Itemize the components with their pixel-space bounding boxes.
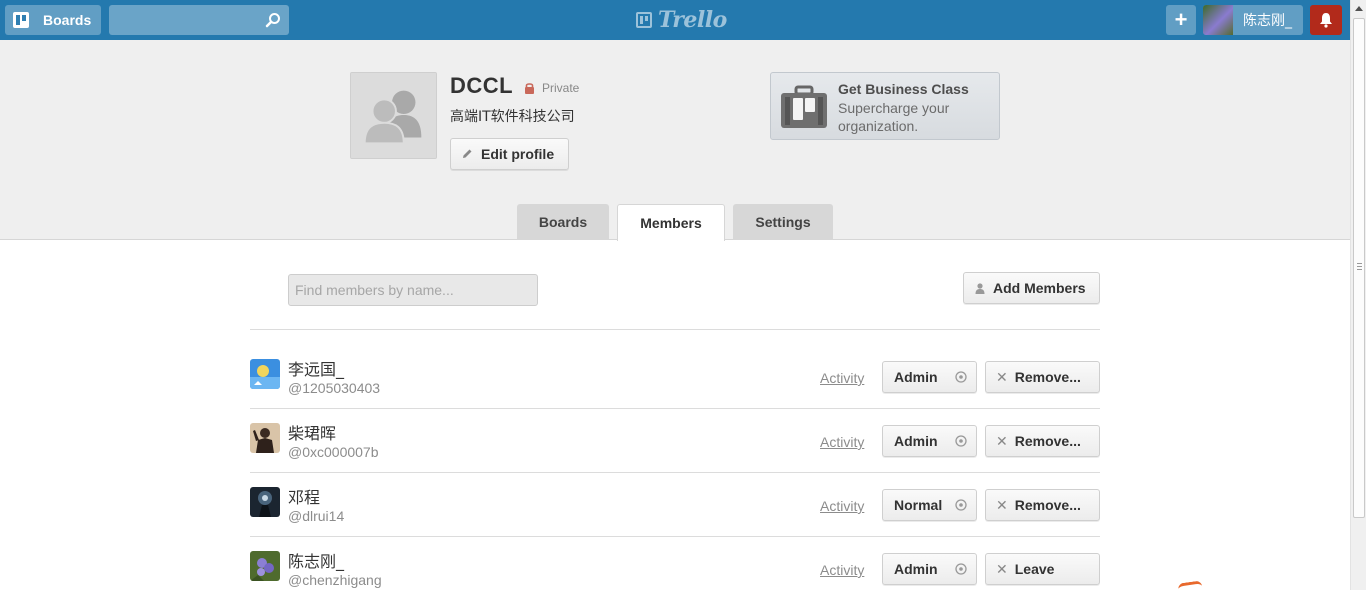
- remove-label: Remove...: [1014, 433, 1081, 449]
- scrollbar-thumb[interactable]: [1353, 18, 1365, 518]
- close-icon: ✕: [996, 560, 1008, 577]
- notifications-button[interactable]: [1310, 5, 1342, 35]
- activity-link[interactable]: Activity: [820, 434, 864, 450]
- scrollbar[interactable]: [1350, 0, 1366, 590]
- org-description: 高端IT软件科技公司: [450, 109, 575, 125]
- member-row: 柴珺晖 @0xc000007b Activity Admin ✕ Remove.…: [250, 416, 1100, 480]
- divider: [250, 472, 1100, 473]
- remove-member-button[interactable]: ✕ Remove...: [985, 361, 1100, 393]
- close-icon: ✕: [996, 432, 1008, 449]
- member-name[interactable]: 李远国_: [288, 356, 344, 380]
- chevron-down-icon: [955, 499, 967, 511]
- member-handle: @1205030403: [288, 380, 381, 396]
- briefcase-icon: [781, 85, 827, 128]
- member-row: 李远国_ @1205030403 Activity Admin ✕ Remove…: [250, 352, 1100, 416]
- member-handle: @dlrui14: [288, 508, 345, 524]
- role-label: Admin: [894, 433, 938, 449]
- divider: [250, 536, 1100, 537]
- trello-logo-icon: [636, 12, 652, 28]
- tab-boards[interactable]: Boards: [517, 204, 609, 240]
- remove-label: Remove...: [1014, 369, 1081, 385]
- role-select[interactable]: Normal: [882, 489, 977, 521]
- leave-button[interactable]: ✕ Leave: [985, 553, 1100, 585]
- role-select[interactable]: Admin: [882, 361, 977, 393]
- add-members-button[interactable]: Add Members: [963, 272, 1100, 304]
- member-name[interactable]: 邓程: [288, 484, 320, 508]
- member-handle: @chenzhigang: [288, 572, 382, 588]
- business-class-promo[interactable]: Get Business Class Supercharge your orga…: [770, 72, 1000, 140]
- boards-icon: [13, 12, 29, 28]
- add-members-label: Add Members: [993, 280, 1086, 296]
- member-row: 陈志刚_ @chenzhigang Activity Admin ✕ Leave: [250, 544, 1100, 590]
- boards-button[interactable]: Boards: [5, 5, 101, 35]
- role-select[interactable]: Admin: [882, 553, 977, 585]
- trello-logo[interactable]: Trello: [636, 6, 727, 34]
- member-name[interactable]: 柴珺晖: [288, 420, 336, 444]
- pencil-icon: [463, 149, 472, 158]
- divider: [250, 408, 1100, 409]
- business-title: Get Business Class: [838, 81, 969, 97]
- role-label: Normal: [894, 497, 943, 513]
- chevron-down-icon: [955, 435, 967, 447]
- close-icon: ✕: [996, 496, 1008, 513]
- user-menu-button[interactable]: 陈志刚_: [1203, 5, 1303, 35]
- member-avatar[interactable]: [250, 551, 280, 581]
- person-icon: [975, 282, 985, 294]
- org-name: DCCL: [450, 73, 514, 98]
- edit-profile-button[interactable]: Edit profile: [450, 138, 569, 170]
- chevron-down-icon: [955, 563, 967, 575]
- member-avatar[interactable]: [250, 487, 280, 517]
- avatar: [1203, 5, 1233, 35]
- chevron-down-icon: [955, 371, 967, 383]
- member-avatar[interactable]: [250, 423, 280, 453]
- scroll-up-arrow[interactable]: [1355, 6, 1363, 11]
- leave-label: Leave: [1014, 561, 1055, 577]
- role-label: Admin: [894, 561, 938, 577]
- tab-settings[interactable]: Settings: [733, 204, 833, 240]
- scrollbar-grip: [1357, 263, 1362, 270]
- find-members-input[interactable]: [288, 274, 538, 306]
- activity-link[interactable]: Activity: [820, 370, 864, 386]
- role-label: Admin: [894, 369, 938, 385]
- org-avatar: [350, 72, 437, 159]
- activity-link[interactable]: Activity: [820, 498, 864, 514]
- visibility-label[interactable]: Private: [542, 81, 579, 95]
- search-icon[interactable]: [265, 12, 281, 28]
- add-button[interactable]: +: [1166, 5, 1196, 35]
- remove-label: Remove...: [1014, 497, 1081, 513]
- user-name: 陈志刚_: [1243, 13, 1292, 29]
- remove-member-button[interactable]: ✕ Remove...: [985, 425, 1100, 457]
- tab-members[interactable]: Members: [617, 204, 725, 241]
- close-icon: ✕: [996, 368, 1008, 385]
- activity-link[interactable]: Activity: [820, 562, 864, 578]
- role-select[interactable]: Admin: [882, 425, 977, 457]
- logo-text: Trello: [658, 7, 727, 33]
- lock-icon: [525, 83, 534, 94]
- plus-icon: +: [1174, 7, 1188, 32]
- edit-profile-label: Edit profile: [481, 146, 555, 162]
- member-name[interactable]: 陈志刚_: [288, 548, 344, 572]
- search-input[interactable]: [109, 5, 289, 35]
- top-header: Boards Trello + 陈志刚_: [0, 0, 1350, 40]
- member-avatar[interactable]: [250, 359, 280, 389]
- remove-member-button[interactable]: ✕ Remove...: [985, 489, 1100, 521]
- divider: [250, 329, 1100, 330]
- business-subtitle: Supercharge your organization.: [838, 100, 950, 134]
- member-row: 邓程 @dlrui14 Activity Normal ✕ Remove...: [250, 480, 1100, 544]
- member-handle: @0xc000007b: [288, 444, 379, 460]
- boards-button-label: Boards: [43, 12, 92, 28]
- bell-icon: [1320, 13, 1332, 28]
- annotation-mark: [1177, 580, 1203, 590]
